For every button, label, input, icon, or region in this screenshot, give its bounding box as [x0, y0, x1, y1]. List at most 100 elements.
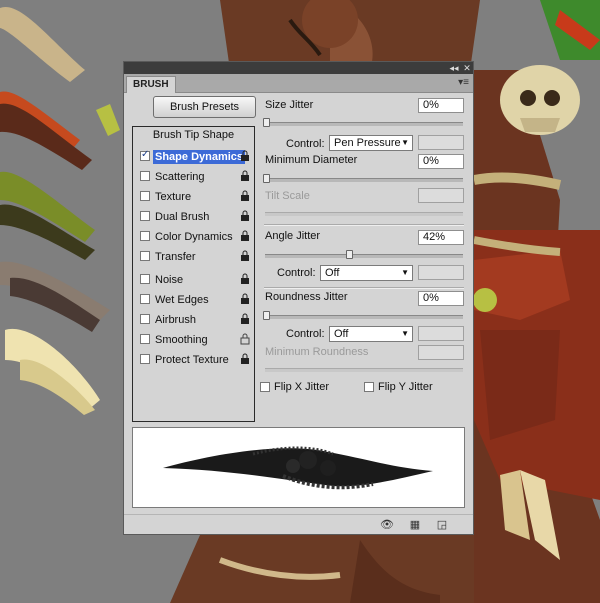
control-extra-field[interactable]: [418, 265, 464, 280]
transfer-checkbox[interactable]: [140, 251, 150, 261]
list-item-transfer[interactable]: Transfer: [133, 248, 254, 266]
list-item-label: Noise: [155, 274, 184, 286]
scattering-checkbox[interactable]: [140, 171, 150, 181]
flip-x-label: Flip X Jitter: [274, 381, 330, 393]
list-item-label: Color Dynamics: [155, 231, 233, 243]
brush-options-list: Brush Tip Shape Shape Dynamics Scatterin…: [132, 126, 255, 422]
control-select-value: Pen Pressure: [334, 137, 401, 149]
lock-icon[interactable]: [240, 230, 250, 242]
control-extra-field[interactable]: [418, 135, 464, 150]
list-item-brush-tip-shape[interactable]: Brush Tip Shape: [133, 129, 254, 141]
flip-y-checkbox[interactable]: [364, 382, 374, 392]
list-item-scattering[interactable]: Scattering: [133, 168, 254, 186]
double-arrow-icon[interactable]: ◂◂: [448, 62, 460, 74]
list-item-label: Texture: [155, 191, 192, 203]
panel-bottom-bar: 👁 ▦ ◲: [124, 514, 473, 535]
flip-y-label: Flip Y Jitter: [378, 381, 433, 393]
brush-stroke-preview-image: [163, 446, 433, 490]
grid-icon[interactable]: ▦: [408, 519, 422, 531]
list-item-texture[interactable]: Texture: [133, 188, 254, 206]
roundness-jitter-field[interactable]: 0%: [418, 291, 464, 306]
lock-icon[interactable]: [240, 170, 250, 182]
chevron-down-icon: ▼: [401, 138, 409, 147]
list-item-airbrush[interactable]: Airbrush: [133, 311, 254, 329]
section-divider: [264, 287, 464, 289]
control-select-value: Off: [325, 267, 340, 279]
minimum-diameter-slider[interactable]: [265, 178, 463, 182]
lock-icon[interactable]: [240, 150, 250, 162]
protect-texture-checkbox[interactable]: [140, 354, 150, 364]
lock-icon[interactable]: [240, 293, 250, 305]
roundness-jitter-slider[interactable]: [265, 315, 463, 319]
brush-presets-button[interactable]: Brush Presets: [153, 96, 256, 118]
tilt-scale-field: [418, 188, 464, 203]
texture-checkbox[interactable]: [140, 191, 150, 201]
size-jitter-slider-thumb[interactable]: [263, 118, 270, 127]
flip-x-checkbox[interactable]: [260, 382, 270, 392]
tilt-scale-slider: [265, 212, 463, 216]
dual-brush-checkbox[interactable]: [140, 211, 150, 221]
lock-icon[interactable]: [240, 313, 250, 325]
close-icon[interactable]: ✕: [461, 62, 473, 74]
list-item-protect-texture[interactable]: Protect Texture: [133, 351, 254, 369]
list-item-label: Protect Texture: [155, 354, 229, 366]
list-item-label: Transfer: [155, 251, 196, 263]
chevron-down-icon: ▼: [401, 268, 409, 277]
roundness-jitter-label: Roundness Jitter: [265, 291, 348, 303]
lock-icon[interactable]: [240, 353, 250, 365]
tilt-scale-label: Tilt Scale: [265, 190, 310, 202]
brush-stroke-preview: [132, 427, 465, 508]
lock-icon[interactable]: [240, 210, 250, 222]
smoothing-checkbox[interactable]: [140, 334, 150, 344]
control-select-value: Off: [334, 328, 349, 340]
control-label: Control:: [277, 267, 316, 279]
lock-icon[interactable]: [240, 190, 250, 202]
list-item-wet-edges[interactable]: Wet Edges: [133, 291, 254, 309]
panel-menu-icon[interactable]: ▾≡: [458, 77, 469, 88]
section-divider: [264, 224, 464, 226]
list-item-color-dynamics[interactable]: Color Dynamics: [133, 228, 254, 246]
list-item-label: Smoothing: [155, 334, 208, 346]
size-jitter-field[interactable]: 0%: [418, 98, 464, 113]
control-select-angle[interactable]: Off ▼: [320, 265, 413, 281]
list-item-label: Scattering: [155, 171, 205, 183]
list-item-label: Wet Edges: [155, 294, 209, 306]
minimum-diameter-field[interactable]: 0%: [418, 154, 464, 169]
brush-panel: ◂◂ ✕ BRUSH ▾≡ Brush Presets Brush Tip Sh…: [123, 61, 474, 535]
control-extra-field[interactable]: [418, 326, 464, 341]
color-dynamics-checkbox[interactable]: [140, 231, 150, 241]
shape-dynamics-checkbox[interactable]: [140, 149, 150, 161]
airbrush-checkbox[interactable]: [140, 314, 150, 324]
control-select-size[interactable]: Pen Pressure ▼: [329, 135, 413, 151]
lock-icon[interactable]: [240, 250, 250, 262]
size-jitter-slider[interactable]: [265, 122, 463, 126]
panel-tab-row: BRUSH ▾≡: [124, 74, 473, 93]
new-preset-icon[interactable]: ◲: [435, 519, 449, 531]
control-select-roundness[interactable]: Off ▼: [329, 326, 413, 342]
angle-jitter-field[interactable]: 42%: [418, 230, 464, 245]
panel-title-bar[interactable]: ◂◂ ✕: [124, 62, 473, 74]
list-item-smoothing[interactable]: Smoothing: [133, 331, 254, 349]
wet-edges-checkbox[interactable]: [140, 294, 150, 304]
list-item-label: Shape Dynamics: [153, 150, 246, 164]
lock-open-icon[interactable]: [240, 333, 250, 345]
minimum-roundness-slider: [265, 368, 463, 372]
tab-brush[interactable]: BRUSH: [126, 76, 176, 93]
list-item-shape-dynamics[interactable]: Shape Dynamics: [133, 148, 254, 166]
minimum-roundness-label: Minimum Roundness: [265, 346, 369, 358]
lock-icon[interactable]: [240, 273, 250, 285]
eye-brush-icon[interactable]: 👁: [376, 519, 398, 531]
angle-jitter-slider-thumb[interactable]: [346, 250, 354, 259]
list-item-dual-brush[interactable]: Dual Brush: [133, 208, 254, 226]
minimum-diameter-label: Minimum Diameter: [265, 154, 358, 166]
angle-jitter-label: Angle Jitter: [265, 230, 321, 242]
chevron-down-icon: ▼: [401, 329, 409, 338]
size-jitter-label: Size Jitter: [265, 99, 314, 111]
list-item-noise[interactable]: Noise: [133, 271, 254, 289]
angle-jitter-slider[interactable]: [265, 254, 463, 258]
control-label: Control:: [286, 328, 325, 340]
roundness-jitter-slider-thumb[interactable]: [263, 311, 270, 320]
minimum-diameter-slider-thumb[interactable]: [263, 174, 270, 183]
list-item-label: Airbrush: [155, 314, 196, 326]
noise-checkbox[interactable]: [140, 274, 150, 284]
